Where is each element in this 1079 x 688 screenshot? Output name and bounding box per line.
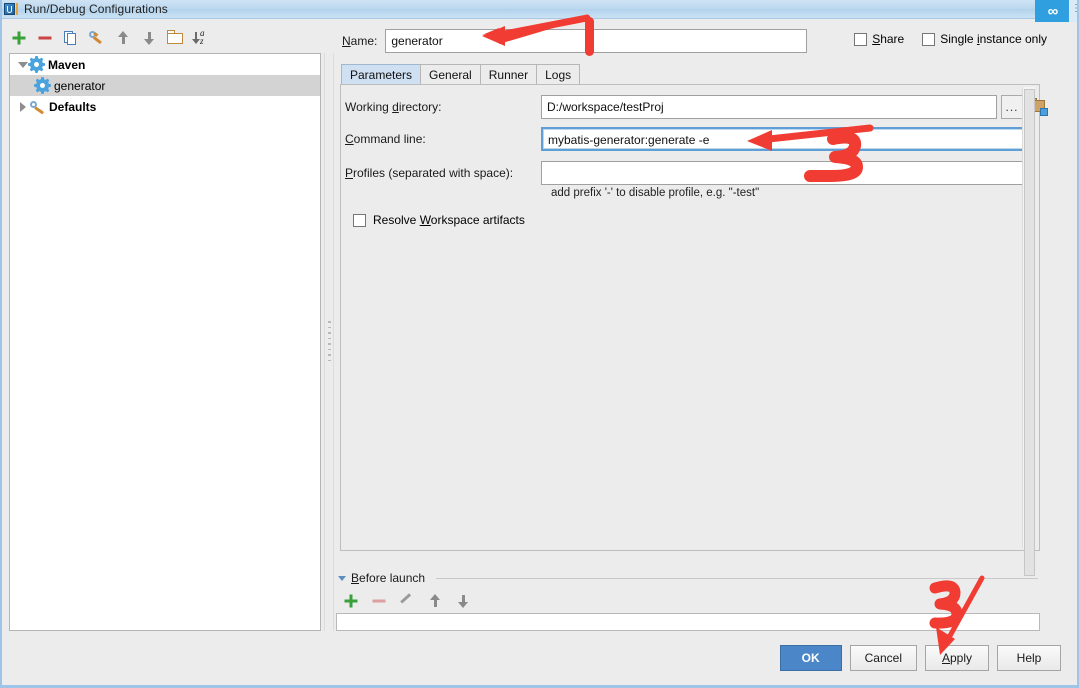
single-instance-checkbox[interactable]: Single instance only [922, 32, 1047, 46]
add-configuration-button[interactable] [8, 27, 30, 49]
working-directory-label: Working directory: [345, 100, 541, 114]
edit-defaults-button[interactable] [86, 27, 108, 49]
tab-parameters[interactable]: Parameters [341, 64, 421, 85]
gear-icon [36, 79, 49, 92]
single-instance-label: Single instance only [940, 32, 1047, 46]
tree-node-generator[interactable]: generator [10, 75, 320, 96]
run-debug-configurations-dialog: Run/Debug Configurations ∞ ⋮ az Maven [0, 0, 1079, 688]
window-titlebar: Run/Debug Configurations [2, 0, 1077, 19]
checkbox-box[interactable] [854, 33, 867, 46]
move-task-down-button[interactable] [452, 590, 474, 612]
profiles-input[interactable] [541, 161, 1035, 185]
screen-capture-badge[interactable]: ∞ [1035, 0, 1071, 22]
remove-configuration-button[interactable] [34, 27, 56, 49]
working-directory-row: Working directory: D:/workspace/testProj… [345, 95, 1048, 119]
move-down-button[interactable] [138, 27, 160, 49]
panel-splitter[interactable] [324, 53, 334, 631]
tree-node-label: Maven [48, 58, 85, 72]
tree-node-label: generator [54, 79, 105, 93]
tree-node-defaults[interactable]: Defaults [10, 96, 320, 117]
add-task-button[interactable] [340, 590, 362, 612]
apply-button[interactable]: Apply [925, 645, 989, 671]
checkbox-box[interactable] [922, 33, 935, 46]
sort-configurations-button[interactable]: az [190, 27, 212, 49]
parameters-scrollbar[interactable] [1022, 87, 1035, 548]
expand-collapse-icon[interactable] [16, 102, 30, 112]
name-input[interactable]: generator [385, 29, 807, 53]
dialog-buttons: OK Cancel Apply Help [780, 645, 1061, 671]
move-up-button[interactable] [112, 27, 134, 49]
command-line-input[interactable]: mybatis-generator:generate -e [541, 127, 1035, 151]
profiles-hint: add prefix '-' to disable profile, e.g. … [551, 187, 759, 199]
copy-configuration-button[interactable] [60, 27, 82, 49]
configuration-tabs: Parameters General Runner Logs [341, 63, 579, 85]
profiles-label: Profiles (separated with space): [345, 166, 541, 180]
configurations-toolbar: az [8, 26, 212, 50]
ok-button[interactable]: OK [780, 645, 842, 671]
checkbox-box[interactable] [353, 214, 366, 227]
tab-logs[interactable]: Logs [536, 64, 580, 85]
wrench-icon [30, 100, 45, 114]
before-launch-toolbar [340, 590, 474, 612]
tree-node-label: Defaults [49, 100, 96, 114]
cancel-button[interactable]: Cancel [850, 645, 917, 671]
screen-capture-side[interactable]: ⋮ [1069, 0, 1077, 22]
working-directory-input[interactable]: D:/workspace/testProj [541, 95, 997, 119]
resolve-workspace-checkbox[interactable]: Resolve Workspace artifacts [353, 213, 525, 227]
command-line-label: Command line: [345, 132, 541, 146]
edit-task-button[interactable] [396, 590, 418, 612]
help-button[interactable]: Help [997, 645, 1061, 671]
name-field-row: Name: generator [342, 28, 807, 54]
window-title: Run/Debug Configurations [24, 2, 168, 16]
before-launch-title: Before launch [351, 571, 425, 585]
tree-node-maven[interactable]: Maven [10, 54, 320, 75]
capture-side-glyph: ⋮ [1071, 3, 1079, 14]
configurations-tree[interactable]: Maven generator Defaults [9, 53, 321, 631]
gear-icon [30, 58, 43, 71]
tab-runner[interactable]: Runner [480, 64, 537, 85]
collapse-triangle-icon[interactable] [338, 576, 346, 581]
remove-task-button[interactable] [368, 590, 390, 612]
create-folder-button[interactable] [164, 27, 186, 49]
section-divider [436, 578, 1038, 579]
splitter-handle[interactable] [328, 321, 332, 361]
share-checkbox[interactable]: Share [854, 32, 904, 46]
move-task-up-button[interactable] [424, 590, 446, 612]
profiles-row: Profiles (separated with space): [345, 161, 1035, 185]
command-line-row: Command line: mybatis-generator:generate… [345, 127, 1035, 151]
tab-general[interactable]: General [420, 64, 481, 85]
name-label: Name: [342, 34, 377, 48]
run-config-icon [4, 2, 20, 16]
config-options: Share Single instance only [854, 32, 1047, 46]
before-launch-header: Before launch [338, 571, 1038, 585]
capture-glyph: ∞ [1048, 4, 1059, 19]
before-launch-task-list[interactable] [336, 613, 1040, 631]
parameters-panel: Working directory: D:/workspace/testProj… [340, 84, 1040, 551]
share-label: Share [872, 32, 904, 46]
browse-working-directory-button[interactable]: ... [1001, 95, 1023, 119]
scrollbar-thumb[interactable] [1024, 89, 1035, 576]
resolve-workspace-label: Resolve Workspace artifacts [373, 213, 525, 227]
